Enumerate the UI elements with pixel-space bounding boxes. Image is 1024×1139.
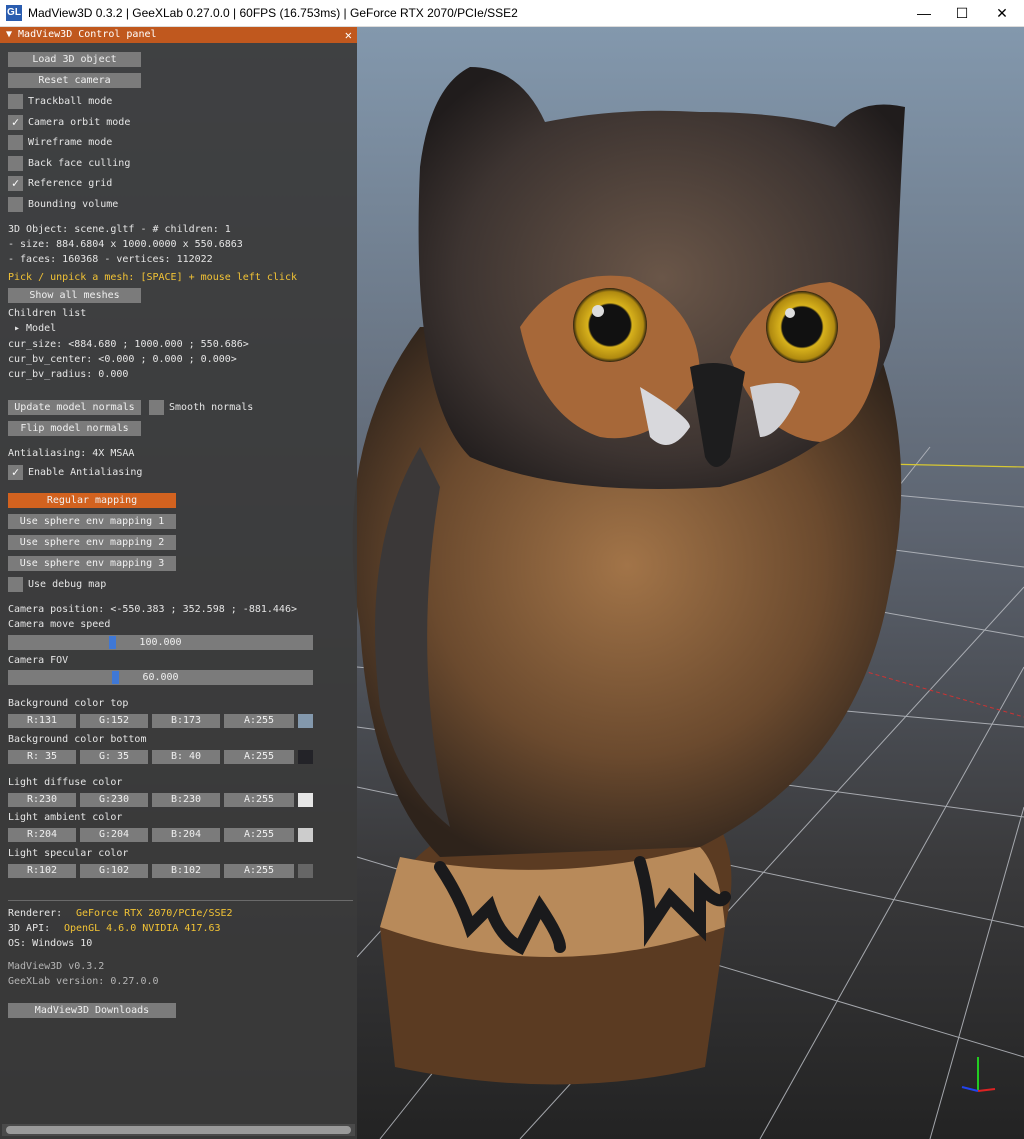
smooth-normals-checkbox[interactable] (149, 400, 164, 415)
pick-hint: Pick / unpick a mesh: [SPACE] + mouse le… (8, 272, 297, 283)
wireframe-mode-label: Wireframe mode (28, 137, 113, 148)
app-version: MadView3D v0.3.2 (8, 961, 105, 972)
load-3d-object-button[interactable]: Load 3D object (8, 52, 141, 67)
bounding-volume-checkbox[interactable] (8, 197, 23, 212)
enable-antialiasing-label: Enable Antialiasing (28, 467, 143, 478)
sphere-env-mapping-3-button[interactable]: Use sphere env mapping 3 (8, 556, 176, 571)
antialiasing-info: Antialiasing: 4X MSAA (8, 448, 135, 459)
flip-model-normals-button[interactable]: Flip model normals (8, 421, 141, 436)
panel-close-icon[interactable]: ✕ (345, 27, 352, 43)
horizontal-scrollbar[interactable] (2, 1124, 355, 1136)
downloads-button[interactable]: MadView3D Downloads (8, 1003, 176, 1018)
app-icon: GL (6, 5, 22, 21)
slider-grab-handle[interactable] (112, 671, 119, 684)
ambient-swatch[interactable] (298, 828, 313, 842)
diffuse-g-field[interactable]: G:230 (80, 793, 148, 807)
specular-b-field[interactable]: B:102 (152, 864, 220, 878)
trackball-mode-label: Trackball mode (28, 96, 113, 107)
tree-node-model[interactable]: ▸ Model (14, 323, 56, 335)
window-title-bar: GL MadView3D 0.3.2 | GeeXLab 0.27.0.0 | … (0, 0, 1024, 27)
bounding-volume-label: Bounding volume (28, 199, 119, 210)
camera-orbit-mode-checkbox[interactable]: ✓ (8, 115, 23, 130)
geexlab-version: GeeXLab version: 0.27.0.0 (8, 976, 159, 987)
specular-a-field[interactable]: A:255 (224, 864, 294, 878)
bg-color-bottom-label: Background color bottom (8, 734, 147, 745)
divider (8, 900, 353, 901)
ambient-b-field[interactable]: B:204 (152, 828, 220, 842)
bg-top-swatch[interactable] (298, 714, 313, 728)
os-info: OS: Windows 10 (8, 938, 93, 949)
sphere-env-mapping-1-button[interactable]: Use sphere env mapping 1 (8, 514, 176, 529)
specular-r-field[interactable]: R:102 (8, 864, 76, 878)
cur-bv-center: cur_bv_center: <0.000 ; 0.000 ; 0.000> (8, 354, 237, 365)
ambient-a-field[interactable]: A:255 (224, 828, 294, 842)
camera-fov-slider[interactable]: 60.000 (8, 670, 313, 685)
bg-bottom-swatch[interactable] (298, 750, 313, 764)
reset-camera-button[interactable]: Reset camera (8, 73, 141, 88)
diffuse-b-field[interactable]: B:230 (152, 793, 220, 807)
close-window-button[interactable]: ✕ (982, 0, 1022, 26)
diffuse-r-field[interactable]: R:230 (8, 793, 76, 807)
scrollbar-thumb[interactable] (6, 1126, 351, 1134)
api-value: OpenGL 4.6.0 NVIDIA 417.63 (64, 923, 221, 934)
debug-map-checkbox[interactable] (8, 577, 23, 592)
ambient-g-field[interactable]: G:204 (80, 828, 148, 842)
reference-grid-label: Reference grid (28, 178, 113, 189)
debug-map-label: Use debug map (28, 579, 107, 590)
bg-top-r-field[interactable]: R:131 (8, 714, 76, 728)
owl-model (352, 67, 905, 1085)
panel-header[interactable]: ▼ MadView3D Control panel ✕ (0, 27, 357, 43)
axis-gizmo (961, 1057, 996, 1092)
camera-move-speed-label: Camera move speed (8, 619, 111, 630)
camera-position: Camera position: <-550.383 ; 352.598 ; -… (8, 604, 297, 615)
sphere-env-mapping-2-button[interactable]: Use sphere env mapping 2 (8, 535, 176, 550)
back-face-culling-checkbox[interactable] (8, 156, 23, 171)
update-model-normals-button[interactable]: Update model normals (8, 400, 141, 415)
cur-bv-radius: cur_bv_radius: 0.000 (8, 369, 129, 380)
bg-bottom-r-field[interactable]: R: 35 (8, 750, 76, 764)
camera-fov-value: 60.000 (142, 672, 179, 683)
light-diffuse-label: Light diffuse color (8, 777, 123, 788)
bg-top-a-field[interactable]: A:255 (224, 714, 294, 728)
back-face-culling-label: Back face culling (28, 158, 131, 169)
diffuse-swatch[interactable] (298, 793, 313, 807)
window-title: MadView3D 0.3.2 | GeeXLab 0.27.0.0 | 60F… (28, 6, 518, 20)
slider-grab-handle[interactable] (109, 636, 116, 649)
minimize-button[interactable]: — (904, 0, 944, 26)
camera-orbit-mode-label: Camera orbit mode (28, 117, 131, 128)
renderer-value: GeForce RTX 2070/PCIe/SSE2 (76, 908, 233, 919)
renderer-label: Renderer: (8, 908, 63, 919)
panel-title: ▼ MadView3D Control panel (6, 29, 157, 40)
cur-size: cur_size: <884.680 ; 1000.000 ; 550.686> (8, 339, 249, 350)
camera-fov-label: Camera FOV (8, 655, 69, 666)
bg-bottom-a-field[interactable]: A:255 (224, 750, 294, 764)
bg-top-g-field[interactable]: G:152 (80, 714, 148, 728)
camera-move-speed-slider[interactable]: 100.000 (8, 635, 313, 650)
wireframe-mode-checkbox[interactable] (8, 135, 23, 150)
light-specular-label: Light specular color (8, 848, 129, 859)
reference-grid-checkbox[interactable]: ✓ (8, 176, 23, 191)
ambient-r-field[interactable]: R:204 (8, 828, 76, 842)
specular-swatch[interactable] (298, 864, 313, 878)
smooth-normals-label: Smooth normals (169, 402, 254, 413)
bg-top-b-field[interactable]: B:173 (152, 714, 220, 728)
trackball-mode-checkbox[interactable] (8, 94, 23, 109)
object-size: - size: 884.6804 x 1000.0000 x 550.6863 (8, 239, 243, 250)
regular-mapping-button[interactable]: Regular mapping (8, 493, 176, 508)
object-info: 3D Object: scene.gltf - # children: 1 (8, 224, 231, 235)
diffuse-a-field[interactable]: A:255 (224, 793, 294, 807)
camera-move-speed-value: 100.000 (139, 637, 182, 648)
bg-bottom-b-field[interactable]: B: 40 (152, 750, 220, 764)
object-faces: - faces: 160368 - vertices: 112022 (8, 254, 213, 265)
control-panel: ▼ MadView3D Control panel ✕ Load 3D obje… (0, 27, 357, 1139)
maximize-button[interactable]: ☐ (942, 0, 982, 26)
enable-antialiasing-checkbox[interactable]: ✓ (8, 465, 23, 480)
bg-color-top-label: Background color top (8, 698, 129, 709)
light-ambient-label: Light ambient color (8, 812, 123, 823)
specular-g-field[interactable]: G:102 (80, 864, 148, 878)
api-label: 3D API: (8, 923, 51, 934)
show-all-meshes-button[interactable]: Show all meshes (8, 288, 141, 303)
bg-bottom-g-field[interactable]: G: 35 (80, 750, 148, 764)
children-list-header: Children list (8, 308, 87, 319)
